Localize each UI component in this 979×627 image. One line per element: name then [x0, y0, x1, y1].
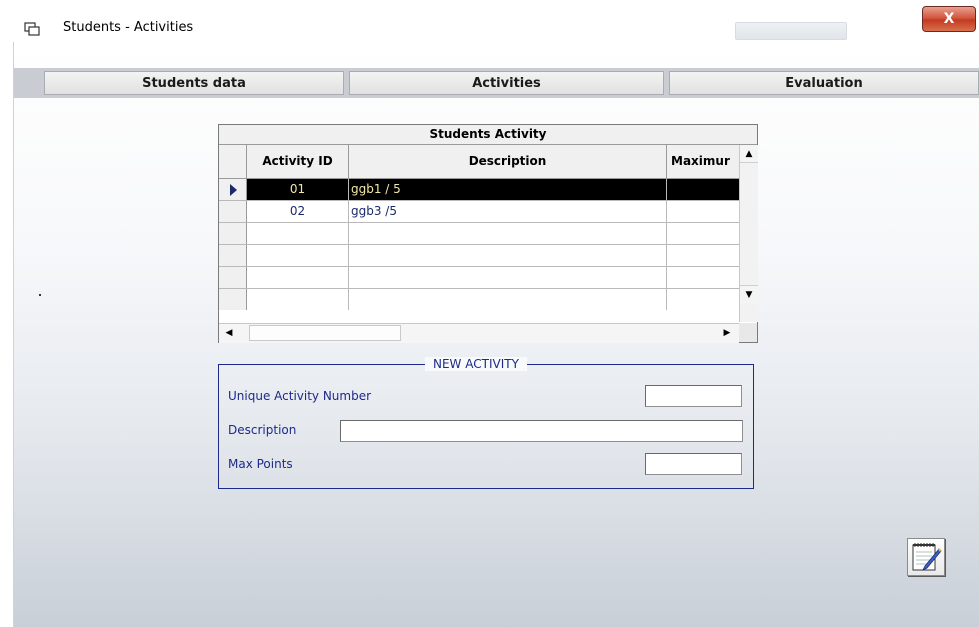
- cell-activity-id[interactable]: 02: [247, 201, 349, 222]
- scroll-down-icon[interactable]: ▼: [740, 285, 758, 303]
- scrollbar-corner: [739, 323, 757, 342]
- cell-activity-id[interactable]: 01: [247, 179, 349, 200]
- window-title: Students - Activities: [63, 20, 194, 35]
- description-label: Description: [228, 423, 297, 437]
- row-selector[interactable]: [219, 201, 247, 222]
- stray-dot: [39, 294, 41, 296]
- notepad-pen-icon: [912, 543, 942, 571]
- column-header-description[interactable]: Description: [349, 145, 667, 178]
- cell-activity-id[interactable]: [247, 289, 349, 310]
- grid-header: Activity ID Description Maximur: [219, 145, 739, 179]
- cell-description[interactable]: ggb3 /5: [349, 201, 667, 222]
- unique-activity-number-input[interactable]: [645, 385, 742, 407]
- tab-evaluation[interactable]: Evaluation: [669, 71, 979, 95]
- row-selector[interactable]: [219, 223, 247, 244]
- activities-grid[interactable]: Students Activity Activity ID Descriptio…: [218, 124, 758, 343]
- cell-description[interactable]: [349, 289, 667, 310]
- cell-activity-id[interactable]: [247, 245, 349, 266]
- title-bar-blurred-field: [735, 22, 847, 40]
- vertical-scrollbar[interactable]: ▲ ▼: [739, 145, 758, 322]
- max-points-label: Max Points: [228, 457, 293, 471]
- empty-row[interactable]: [219, 289, 739, 311]
- unique-activity-number-label: Unique Activity Number: [228, 389, 372, 403]
- row-selector[interactable]: [219, 289, 247, 310]
- table-row[interactable]: 01 ggb1 / 5: [219, 179, 739, 201]
- cell-maximum[interactable]: [667, 179, 739, 200]
- column-header-maximum[interactable]: Maximur: [667, 145, 739, 178]
- title-bar: Students - Activities X: [0, 0, 979, 40]
- client-area: Students data Activities Evaluation Stud…: [13, 42, 979, 627]
- horizontal-scroll-thumb[interactable]: [249, 325, 401, 341]
- current-row-arrow-icon: [230, 184, 237, 196]
- cell-description[interactable]: [349, 267, 667, 288]
- grid-caption: Students Activity: [219, 125, 757, 145]
- tab-students-data[interactable]: Students data: [44, 71, 344, 95]
- cell-description[interactable]: [349, 223, 667, 244]
- scroll-up-icon[interactable]: ▲: [740, 145, 758, 163]
- row-selector-header: [219, 145, 247, 178]
- row-selector[interactable]: [219, 267, 247, 288]
- max-points-input[interactable]: [645, 453, 742, 475]
- close-button[interactable]: X: [922, 6, 976, 32]
- save-activity-button[interactable]: [907, 538, 945, 576]
- cell-description[interactable]: ggb1 / 5: [349, 179, 667, 200]
- scroll-right-icon[interactable]: ▶: [719, 325, 735, 341]
- table-row[interactable]: 02 ggb3 /5: [219, 201, 739, 223]
- cell-activity-id[interactable]: [247, 267, 349, 288]
- cell-description[interactable]: [349, 245, 667, 266]
- new-activity-group: NEW ACTIVITY Unique Activity Number Desc…: [218, 357, 754, 489]
- horizontal-scrollbar[interactable]: ◀ ▶: [219, 323, 739, 343]
- description-input[interactable]: [340, 420, 743, 442]
- cell-maximum[interactable]: [667, 201, 739, 222]
- window-app-icon: [24, 22, 40, 36]
- scroll-left-icon[interactable]: ◀: [221, 325, 237, 341]
- tab-bar: Students data Activities Evaluation: [14, 68, 979, 98]
- column-header-activity-id[interactable]: Activity ID: [247, 145, 349, 178]
- new-activity-legend: NEW ACTIVITY: [425, 357, 527, 371]
- tab-activities[interactable]: Activities: [349, 71, 664, 95]
- row-selector[interactable]: [219, 245, 247, 266]
- row-selector[interactable]: [219, 179, 247, 200]
- cell-activity-id[interactable]: [247, 223, 349, 244]
- empty-row[interactable]: [219, 245, 739, 267]
- empty-row[interactable]: [219, 267, 739, 289]
- empty-row[interactable]: [219, 223, 739, 245]
